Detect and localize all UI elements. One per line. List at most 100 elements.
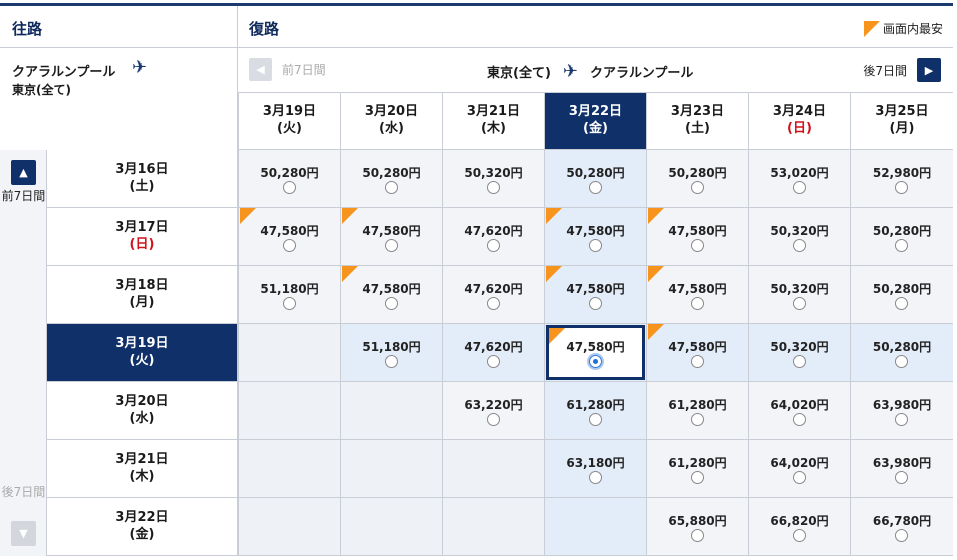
fare-cell[interactable]: 50,320円 <box>748 266 850 324</box>
fare-radio[interactable] <box>589 297 602 310</box>
fare-cell[interactable]: 47,580円 <box>544 266 646 324</box>
fare-radio[interactable] <box>589 239 602 252</box>
return-date-header[interactable]: 3月19日 (火) <box>238 93 340 150</box>
return-next-7days[interactable]: 後7日間 ▶ <box>863 58 941 82</box>
fare-cell[interactable]: 50,280円 <box>850 324 953 382</box>
fare-radio[interactable] <box>487 239 500 252</box>
fare-radio[interactable] <box>793 413 806 426</box>
fare-radio[interactable] <box>793 239 806 252</box>
return-date-header[interactable]: 3月20日 (水) <box>340 93 442 150</box>
fare-radio[interactable] <box>487 413 500 426</box>
return-date-header[interactable]: 3月22日 (金) <box>544 93 646 150</box>
fare-radio[interactable] <box>385 355 398 368</box>
fare-cell[interactable]: 64,020円 <box>748 382 850 440</box>
outbound-date-header[interactable]: 3月22日 (金) <box>47 498 238 556</box>
fare-cell[interactable]: 47,620円 <box>442 208 544 266</box>
outbound-date-header[interactable]: 3月18日 (月) <box>47 266 238 324</box>
fare-cell[interactable]: 47,620円 <box>442 266 544 324</box>
fare-cell[interactable]: 47,620円 <box>442 324 544 382</box>
fare-cell[interactable]: 63,220円 <box>442 382 544 440</box>
fare-radio[interactable] <box>385 297 398 310</box>
fare-cell[interactable]: 50,280円 <box>340 150 442 208</box>
fare-cell[interactable]: 47,580円 <box>646 208 748 266</box>
return-date-header[interactable]: 3月21日 (木) <box>442 93 544 150</box>
fare-radio[interactable] <box>283 239 296 252</box>
outbound-date-header[interactable]: 3月20日 (水) <box>47 382 238 440</box>
fare-cell[interactable]: 47,580円 <box>646 266 748 324</box>
fare-cell[interactable]: 47,580円 <box>544 208 646 266</box>
fare-cell[interactable]: 63,980円 <box>850 382 953 440</box>
fare-radio[interactable] <box>895 355 908 368</box>
fare-radio[interactable] <box>895 239 908 252</box>
fare-radio[interactable] <box>691 181 704 194</box>
fare-cell[interactable]: 50,280円 <box>238 150 340 208</box>
fare-radio[interactable] <box>793 529 806 542</box>
fare-radio[interactable] <box>589 181 602 194</box>
fare-radio[interactable] <box>793 355 806 368</box>
return-date-header[interactable]: 3月25日 (月) <box>850 93 953 150</box>
fare-radio[interactable] <box>895 471 908 484</box>
fare-cell[interactable]: 61,280円 <box>544 382 646 440</box>
fare-cell[interactable]: 61,280円 <box>646 382 748 440</box>
fare-radio[interactable] <box>895 413 908 426</box>
fare-radio[interactable] <box>691 529 704 542</box>
outbound-date-header[interactable]: 3月17日 (日) <box>47 208 238 266</box>
fare-cell[interactable]: 47,580円 <box>238 208 340 266</box>
outbound-date-header[interactable]: 3月21日 (木) <box>47 440 238 498</box>
outbound-date-header[interactable]: 3月19日 (火) <box>47 324 238 382</box>
fare-cell[interactable]: 47,580円 <box>340 266 442 324</box>
fare-radio[interactable] <box>487 355 500 368</box>
fare-radio[interactable] <box>589 413 602 426</box>
fare-cell[interactable]: 50,280円 <box>850 266 953 324</box>
fare-cell[interactable]: 47,580円 <box>646 324 748 382</box>
fare-radio[interactable] <box>691 471 704 484</box>
fare-radio[interactable] <box>793 181 806 194</box>
chevron-up-icon[interactable]: ▲ <box>11 160 36 185</box>
fare-radio[interactable] <box>385 239 398 252</box>
return-date-header[interactable]: 3月23日 (土) <box>646 93 748 150</box>
fare-radio[interactable] <box>895 529 908 542</box>
outbound-prev-7days[interactable]: 前7日間 <box>0 189 47 204</box>
fare-radio[interactable] <box>283 181 296 194</box>
fare-radio[interactable] <box>691 355 704 368</box>
fare-radio[interactable] <box>385 181 398 194</box>
fare-cell[interactable]: 50,320円 <box>748 208 850 266</box>
fare-radio[interactable] <box>487 297 500 310</box>
return-date-header[interactable]: 3月24日 (日) <box>748 93 850 150</box>
fare-cell[interactable]: 50,280円 <box>850 208 953 266</box>
fare-cell[interactable]: 64,020円 <box>748 440 850 498</box>
fare-cell[interactable]: 61,280円 <box>646 440 748 498</box>
fare-radio[interactable] <box>691 239 704 252</box>
fare-radio[interactable] <box>793 297 806 310</box>
fare-radio[interactable] <box>895 297 908 310</box>
fare-cell[interactable]: 66,780円 <box>850 498 953 556</box>
fare-radio[interactable] <box>283 297 296 310</box>
outbound-date-header[interactable]: 3月16日 (土) <box>47 150 238 208</box>
fare-cell[interactable]: 50,280円 <box>646 150 748 208</box>
fare-cell[interactable]: 51,180円 <box>340 324 442 382</box>
fare-cell[interactable]: 51,180円 <box>238 266 340 324</box>
outbound-next-7days[interactable]: 後7日間 <box>0 485 47 500</box>
fare-cell[interactable]: 52,980円 <box>850 150 953 208</box>
fare-cell[interactable]: 50,320円 <box>748 324 850 382</box>
fare-cell[interactable]: 63,980円 <box>850 440 953 498</box>
fare-radio[interactable] <box>589 471 602 484</box>
fare-cell[interactable]: 47,580円 <box>544 324 646 382</box>
chevron-left-icon[interactable]: ◀ <box>249 58 272 81</box>
chevron-right-icon[interactable]: ▶ <box>917 58 941 82</box>
fare-cell[interactable]: 63,180円 <box>544 440 646 498</box>
fare-radio[interactable] <box>487 181 500 194</box>
fare-radio[interactable] <box>589 355 602 368</box>
fare-cell[interactable]: 50,320円 <box>442 150 544 208</box>
return-prev-7days[interactable]: ◀ 前7日間 <box>249 58 326 81</box>
fare-cell[interactable]: 53,020円 <box>748 150 850 208</box>
fare-radio[interactable] <box>691 413 704 426</box>
fare-radio[interactable] <box>793 471 806 484</box>
fare-cell[interactable]: 47,580円 <box>340 208 442 266</box>
fare-cell[interactable]: 65,880円 <box>646 498 748 556</box>
chevron-down-icon[interactable]: ▼ <box>11 521 36 546</box>
fare-radio[interactable] <box>691 297 704 310</box>
fare-cell[interactable]: 50,280円 <box>544 150 646 208</box>
fare-cell[interactable]: 66,820円 <box>748 498 850 556</box>
fare-radio[interactable] <box>895 181 908 194</box>
